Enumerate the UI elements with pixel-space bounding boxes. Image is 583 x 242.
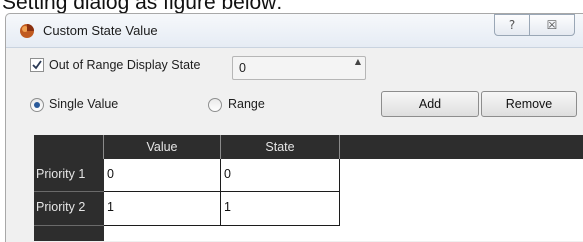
add-button[interactable]: Add bbox=[381, 91, 479, 117]
row-header-priority-2[interactable]: Priority 2 bbox=[34, 192, 104, 226]
out-of-range-checkbox[interactable] bbox=[30, 58, 44, 72]
close-icon: ☒ bbox=[546, 18, 558, 32]
out-of-range-label: Out of Range Display State bbox=[49, 58, 201, 72]
row-header-filler bbox=[34, 226, 104, 241]
spin-up-icon[interactable]: ▲ bbox=[351, 57, 365, 66]
header-filler bbox=[340, 135, 583, 159]
close-button[interactable]: ☒ bbox=[529, 14, 575, 36]
out-of-range-state-spinbox[interactable]: 0 ▲ ▼ bbox=[232, 56, 366, 80]
table-corner bbox=[34, 135, 104, 159]
priority-table: Value State Priority 1 0 0 Priority 2 1 … bbox=[34, 135, 583, 241]
cell-state-priority-1[interactable]: 0 bbox=[221, 159, 340, 192]
column-header-state[interactable]: State bbox=[221, 135, 340, 159]
column-header-value[interactable]: Value bbox=[104, 135, 221, 159]
radio-selected-dot bbox=[34, 102, 40, 108]
cell-value-priority-2[interactable]: 1 bbox=[104, 192, 221, 226]
cell-state-priority-2[interactable]: 1 bbox=[221, 192, 340, 226]
single-value-radio[interactable] bbox=[30, 98, 44, 112]
range-label: Range bbox=[228, 97, 265, 111]
help-icon: ? bbox=[508, 18, 516, 32]
dialog-title: Custom State Value bbox=[43, 23, 158, 38]
help-button[interactable]: ? bbox=[494, 14, 530, 36]
checkmark-icon bbox=[32, 60, 42, 70]
cell-value-priority-1[interactable]: 0 bbox=[104, 159, 221, 192]
spin-arrows[interactable]: ▲ ▼ bbox=[351, 57, 365, 79]
title-bar: Custom State Value ? ☒ bbox=[6, 14, 583, 48]
range-radio[interactable] bbox=[208, 98, 222, 112]
single-value-label: Single Value bbox=[49, 97, 119, 111]
row-header-priority-1[interactable]: Priority 1 bbox=[34, 159, 104, 192]
remove-button[interactable]: Remove bbox=[481, 91, 577, 117]
out-of-range-state-value: 0 bbox=[239, 61, 246, 75]
app-icon bbox=[19, 23, 35, 39]
